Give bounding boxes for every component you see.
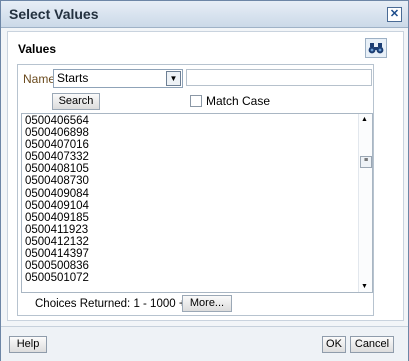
list-item[interactable]: 0500500836 (25, 260, 89, 272)
select-values-dialog: Select Values ✕ Values Name Starts ▼ Sea… (0, 0, 409, 361)
values-list-items: 0500406564 0500406898 0500407016 0500407332… (25, 115, 89, 284)
search-button[interactable]: Search (52, 93, 100, 110)
dialog-titlebar[interactable]: Select Values ✕ (1, 1, 408, 28)
match-case-label: Match Case (206, 94, 271, 108)
list-item[interactable]: 0500406564 (25, 115, 89, 127)
dialog-body: Values Name Starts ▼ Search Match Case 0… (7, 31, 404, 321)
list-item[interactable]: 0500407016 (25, 139, 89, 151)
binoculars-icon[interactable] (365, 38, 387, 58)
search-panel: Name Starts ▼ Search Match Case 05004065… (17, 64, 374, 316)
operator-select[interactable]: Starts ▼ (53, 69, 183, 88)
list-item[interactable]: 0500409084 (25, 188, 89, 200)
list-item[interactable]: 0500411923 (25, 224, 89, 236)
list-item[interactable]: 0500412132 (25, 236, 89, 248)
list-item[interactable]: 0500408105 (25, 163, 89, 175)
list-item[interactable]: 0500408730 (25, 175, 89, 187)
help-button[interactable]: Help (9, 336, 47, 353)
list-item[interactable]: 0500407332 (25, 151, 89, 163)
search-text-input[interactable] (186, 69, 372, 86)
values-scrollbar[interactable]: ▲ ≡ ▼ (358, 114, 372, 292)
scroll-down-icon[interactable]: ▼ (361, 283, 368, 290)
match-case-checkbox[interactable] (190, 95, 202, 107)
scroll-up-icon[interactable]: ▲ (361, 116, 368, 123)
close-icon[interactable]: ✕ (387, 7, 402, 22)
ok-button[interactable]: OK (322, 336, 346, 353)
scroll-thumb[interactable]: ≡ (360, 156, 372, 168)
cancel-button[interactable]: Cancel (350, 336, 394, 353)
more-button[interactable]: More... (182, 295, 232, 312)
dialog-footer: Help OK Cancel (1, 326, 408, 361)
name-label: Name (23, 72, 56, 86)
operator-value: Starts (57, 71, 89, 85)
values-list[interactable]: 0500406564 0500406898 0500407016 0500407332… (21, 113, 373, 293)
list-item[interactable]: 0500409104 (25, 200, 89, 212)
list-item[interactable]: 0500414397 (25, 248, 89, 260)
values-heading: Values (18, 42, 57, 56)
dialog-title: Select Values (9, 6, 99, 22)
list-item[interactable]: 0500409185 (25, 212, 89, 224)
chevron-down-icon[interactable]: ▼ (166, 71, 181, 86)
list-item[interactable]: 0500501072 (25, 272, 89, 284)
choices-returned-label: Choices Returned: 1 - 1000 + (35, 298, 186, 310)
list-item[interactable]: 0500406898 (25, 127, 89, 139)
